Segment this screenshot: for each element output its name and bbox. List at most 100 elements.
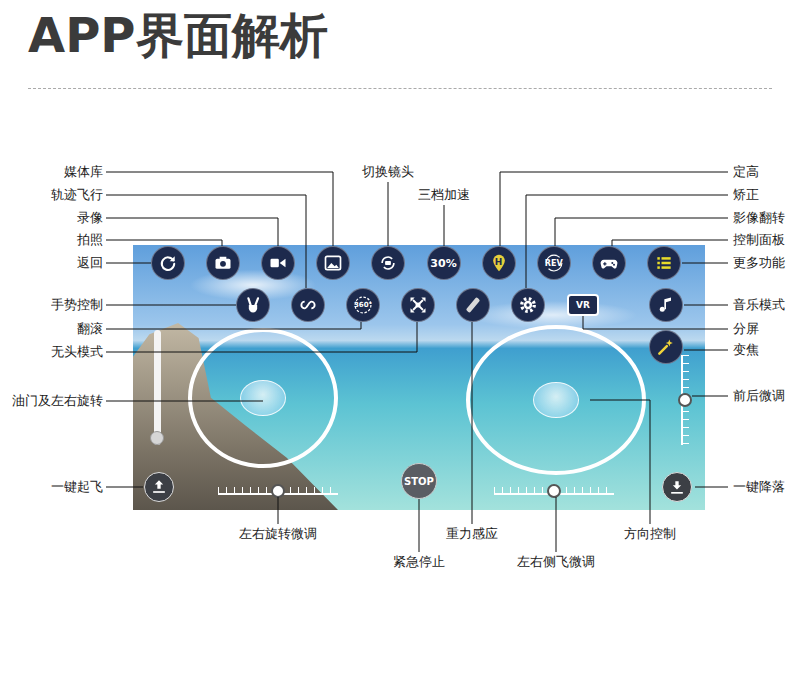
callout-label: 紧急停止 xyxy=(393,553,445,571)
header: APP界面解析 xyxy=(0,0,800,89)
callout-label: 无头模式 xyxy=(51,343,103,361)
takeoff-icon xyxy=(149,477,169,497)
vr-button[interactable]: VR xyxy=(567,294,599,316)
leader-line xyxy=(682,263,728,264)
leader-line xyxy=(106,401,263,402)
leader-line xyxy=(556,497,557,552)
music-icon xyxy=(656,295,676,315)
button-label: REV xyxy=(538,247,570,279)
callout-label: 一键起飞 xyxy=(51,478,103,496)
callout-label: 更多功能 xyxy=(733,254,785,272)
joystick-knob[interactable] xyxy=(240,380,286,416)
rotate-trim-slider[interactable] xyxy=(218,483,338,499)
zoom-button[interactable] xyxy=(649,330,683,364)
gravity-icon xyxy=(463,295,483,315)
headless-button[interactable] xyxy=(401,288,435,322)
leader-line xyxy=(106,322,361,329)
video-icon xyxy=(268,253,288,273)
leader-line xyxy=(526,195,728,288)
callout-label: 轨迹飞行 xyxy=(51,186,103,204)
gamepad-icon xyxy=(599,253,619,273)
track-button[interactable] xyxy=(291,288,325,322)
rev-button[interactable]: REV xyxy=(537,246,571,280)
page-title: APP界面解析 xyxy=(28,6,772,64)
leader-line xyxy=(555,218,728,246)
callout-label: 方向控制 xyxy=(624,525,676,543)
leader-line xyxy=(472,322,473,524)
stop-button[interactable]: STOP xyxy=(401,463,437,499)
leader-line xyxy=(106,172,333,246)
right-joystick[interactable] xyxy=(466,325,646,475)
media-icon xyxy=(323,253,343,273)
callout-label: 矫正 xyxy=(733,186,759,204)
trim-knob[interactable] xyxy=(678,393,692,407)
gamepad-button[interactable] xyxy=(592,246,626,280)
flip-button[interactable]: 360° xyxy=(346,288,380,322)
leader-lines xyxy=(0,0,800,689)
zoom-icon xyxy=(656,337,676,357)
photo-icon xyxy=(213,253,233,273)
leader-line xyxy=(590,400,650,524)
button-label: 360° xyxy=(347,289,379,321)
callout-label: 控制面板 xyxy=(733,231,785,249)
trim-knob[interactable] xyxy=(271,484,285,498)
pitch-trim-slider[interactable] xyxy=(678,355,692,445)
menu-button[interactable] xyxy=(647,246,681,280)
side-trim-slider[interactable] xyxy=(494,483,614,499)
leader-line xyxy=(106,322,417,352)
callout-label: 返回 xyxy=(77,254,103,272)
callout-label: 油门及左右旋转 xyxy=(12,392,103,410)
leader-line xyxy=(695,487,728,488)
joystick-knob[interactable] xyxy=(533,382,579,418)
leader-line xyxy=(500,172,728,246)
app-screen: STOP 30% H REV 360° VR xyxy=(133,245,705,510)
leader-line xyxy=(583,316,728,329)
throttle-knob[interactable] xyxy=(150,431,164,445)
throttle-slider[interactable] xyxy=(154,330,161,445)
calibrate-button[interactable] xyxy=(511,288,545,322)
callout-label: 左右侧飞微调 xyxy=(517,553,595,571)
back-button[interactable] xyxy=(151,246,185,280)
gesture-icon xyxy=(243,295,263,315)
leader-line xyxy=(106,218,278,246)
button-label: H xyxy=(483,247,515,279)
leader-line xyxy=(106,195,306,288)
trim-knob[interactable] xyxy=(547,484,561,498)
callout-label: 一键降落 xyxy=(733,478,785,496)
altitude-button[interactable]: H xyxy=(482,246,516,280)
music-button[interactable] xyxy=(649,288,683,322)
callout-label: 切换镜头 xyxy=(362,163,414,181)
callout-label: 手势控制 xyxy=(51,296,103,314)
leader-line xyxy=(684,305,728,306)
button-label: 30% xyxy=(428,247,460,279)
camera-switch-icon xyxy=(378,253,398,273)
menu-icon xyxy=(654,253,674,273)
land-button[interactable] xyxy=(662,472,692,502)
leader-line xyxy=(388,182,389,246)
leader-line xyxy=(692,396,728,397)
back-icon xyxy=(158,253,178,273)
leader-line xyxy=(106,305,236,306)
page: APP界面解析STOP30%HREV360°VR媒体库轨迹飞行录像拍照返回手势控… xyxy=(0,0,800,689)
video-button[interactable] xyxy=(261,246,295,280)
leader-line xyxy=(419,499,420,552)
photo-button[interactable] xyxy=(206,246,240,280)
leader-line xyxy=(106,263,151,264)
speed-button[interactable]: 30% xyxy=(427,246,461,280)
callout-label: 重力感应 xyxy=(446,525,498,543)
dashed-divider xyxy=(28,88,772,89)
headless-icon xyxy=(408,295,428,315)
callout-label: 三档加速 xyxy=(418,186,470,204)
gesture-button[interactable] xyxy=(236,288,270,322)
track-icon xyxy=(298,295,318,315)
button-label: VR xyxy=(569,296,597,314)
callout-label: 录像 xyxy=(77,209,103,227)
callout-label: 分屏 xyxy=(733,320,759,338)
gravity-button[interactable] xyxy=(456,288,490,322)
left-joystick[interactable] xyxy=(188,328,338,468)
land-icon xyxy=(667,477,687,497)
callout-label: 定高 xyxy=(733,163,759,181)
callout-label: 媒体库 xyxy=(64,163,103,181)
takeoff-button[interactable] xyxy=(144,472,174,502)
leader-line xyxy=(106,487,143,488)
